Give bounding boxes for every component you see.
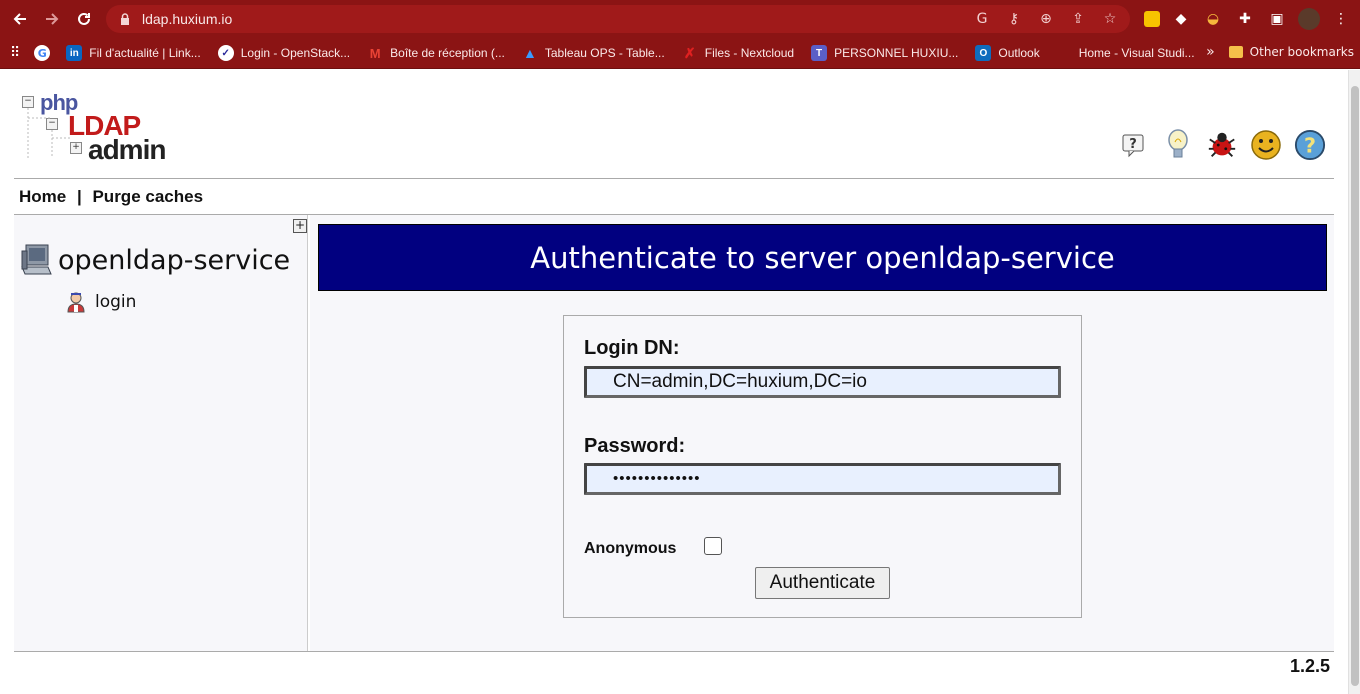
google-icon[interactable]: G: [34, 45, 51, 61]
svg-text:?: ?: [1304, 134, 1316, 158]
bookmark-openstack[interactable]: ✓ Login - OpenStack...: [217, 45, 350, 61]
password-input[interactable]: ••••••••••••••: [584, 463, 1061, 495]
forward-arrow-icon: [46, 13, 59, 25]
top-icon-bar: ? ?: [1118, 128, 1326, 162]
password-label: Password:: [584, 435, 686, 457]
expand-tree-button[interactable]: +: [293, 219, 307, 233]
server-tree-panel: + openldap-service login: [14, 215, 308, 651]
azure-icon: ▲: [522, 45, 537, 61]
share-icon[interactable]: ⇪: [1068, 9, 1088, 29]
nextcloud-icon: ✗: [683, 44, 696, 61]
bookmark-visual-studio[interactable]: Home - Visual Studi...: [1057, 46, 1195, 61]
folder-icon: [1228, 46, 1243, 58]
bug-report-icon[interactable]: [1206, 128, 1238, 162]
menu-separator: |: [76, 187, 82, 206]
outlook-icon: O: [975, 45, 992, 61]
microsoft-icon: [1057, 46, 1072, 61]
side-panel-icon[interactable]: ▣: [1266, 8, 1288, 30]
lock-icon: [121, 13, 129, 25]
reload-icon: [78, 12, 90, 25]
header-divider: [14, 178, 1334, 179]
zoom-icon[interactable]: ⊕: [1036, 9, 1056, 29]
browser-menu-icon[interactable]: ⋮: [1330, 8, 1352, 30]
scrollbar-thumb[interactable]: [1351, 86, 1359, 686]
footer-divider: [14, 651, 1334, 652]
address-bar[interactable]: ldap.huxium.io G ⚷ ⊕ ⇪ ☆: [106, 5, 1130, 33]
gmail-icon: M: [369, 45, 381, 61]
login-dn-label: Login DN:: [584, 337, 680, 359]
keep-extension-icon[interactable]: [1144, 11, 1160, 27]
purge-caches-link[interactable]: Purge caches: [92, 187, 203, 206]
extension-arrow-icon[interactable]: ◆: [1170, 8, 1192, 30]
lightbulb-icon[interactable]: [1162, 128, 1194, 162]
server-computer-icon: [21, 244, 52, 275]
help-circle-icon[interactable]: ?: [1294, 128, 1326, 162]
version-label: 1.2.5: [1289, 656, 1330, 676]
bookmarks-bar: ⠿ G in Fil d'actualité | Link... ✓ Login -…: [0, 38, 1360, 69]
bookmark-gmail[interactable]: M Boîte de réception (...: [367, 45, 505, 61]
browser-toolbar: ldap.huxium.io G ⚷ ⊕ ⇪ ☆ ◆ ◒ ✚ ▣ ⋮: [0, 0, 1360, 38]
bookmark-azure[interactable]: ▲ Tableau OPS - Table...: [522, 45, 665, 61]
linkedin-icon: in: [66, 45, 83, 61]
user-icon: [67, 292, 85, 313]
teams-icon: T: [811, 45, 828, 61]
page: − − + php LDAP admin ? ? Home | Purge ca…: [0, 70, 1348, 694]
bookmark-nextcloud[interactable]: ✗ Files - Nextcloud: [682, 45, 794, 61]
profile-avatar[interactable]: [1298, 8, 1320, 30]
key-icon[interactable]: ⚷: [1004, 9, 1024, 29]
anonymous-checkbox[interactable]: [704, 537, 722, 555]
bookmark-linkedin[interactable]: in Fil d'actualité | Link...: [66, 45, 201, 61]
reload-button[interactable]: [68, 3, 100, 35]
login-label: login: [95, 292, 137, 312]
login-dn-input[interactable]: CN=admin,DC=huxium,DC=io: [584, 366, 1061, 398]
tree-login-item[interactable]: login: [66, 291, 136, 313]
page-title-bar: Authenticate to server openldap-service: [318, 224, 1327, 291]
back-arrow-icon: [13, 13, 26, 25]
bookmark-outlook[interactable]: O Outlook: [975, 45, 1040, 61]
forward-button[interactable]: [36, 3, 68, 35]
bookmarks-overflow-button[interactable]: »: [1206, 44, 1215, 60]
login-form: Login DN: CN=admin,DC=huxium,DC=io Passw…: [563, 315, 1082, 618]
authenticate-button[interactable]: Authenticate: [755, 567, 890, 599]
extensions-puzzle-icon[interactable]: ✚: [1234, 8, 1256, 30]
page-scrollbar[interactable]: [1348, 70, 1360, 694]
bookmark-teams[interactable]: T PERSONNEL HUXIU...: [811, 45, 958, 61]
other-bookmarks[interactable]: Other bookmarks: [1228, 45, 1354, 59]
top-menu: Home | Purge caches: [19, 187, 209, 207]
help-bubble-icon[interactable]: ?: [1118, 128, 1150, 162]
server-name: openldap-service: [58, 244, 291, 276]
phpldapadmin-logo[interactable]: − − + php LDAP admin: [20, 88, 175, 166]
svg-text:?: ?: [1129, 137, 1137, 152]
star-icon[interactable]: ☆: [1100, 9, 1120, 29]
page-title: Authenticate to server openldap-service: [530, 240, 1115, 275]
google-lens-icon[interactable]: G: [972, 9, 992, 29]
openstack-icon: ✓: [217, 45, 234, 61]
anonymous-label: Anonymous: [584, 540, 677, 557]
url-text: ldap.huxium.io: [142, 11, 233, 27]
back-button[interactable]: [4, 3, 36, 35]
smiley-icon[interactable]: [1250, 128, 1282, 162]
main-panel: Authenticate to server openldap-service …: [310, 215, 1334, 651]
extension-bowl-icon[interactable]: ◒: [1202, 8, 1224, 30]
tree-server-node[interactable]: openldap-service: [20, 243, 290, 277]
apps-grid-icon[interactable]: ⠿: [10, 45, 20, 61]
home-link[interactable]: Home: [19, 187, 66, 206]
